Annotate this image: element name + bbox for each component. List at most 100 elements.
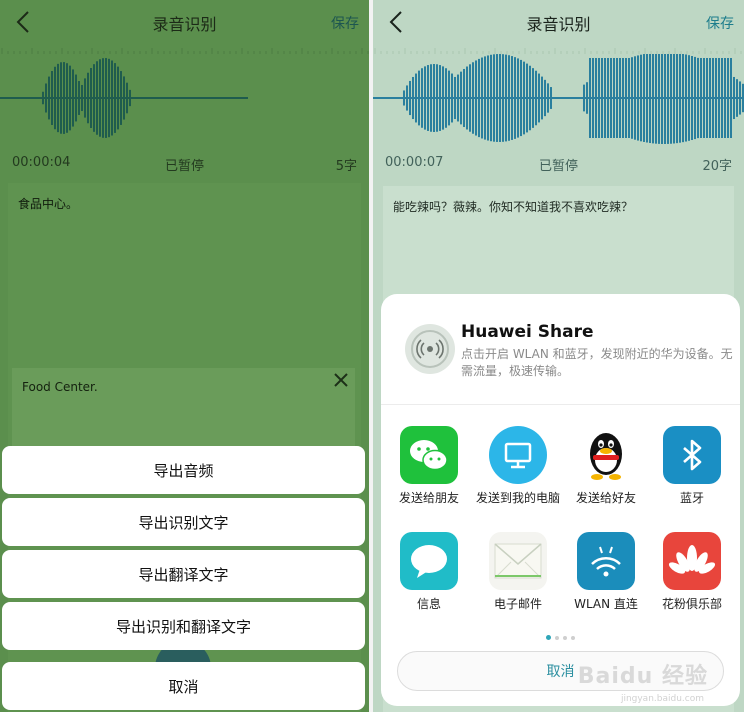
waveform-bar [679, 54, 681, 143]
audio-waveform [0, 58, 248, 138]
save-button[interactable]: 保存 [331, 13, 359, 33]
waveform-bar [78, 81, 80, 115]
waveform-bar [475, 60, 477, 136]
share-to-computer[interactable]: 发送到我的电脑 [475, 426, 561, 506]
share-sheet: Huawei Share 点击开启 WLAN 和蓝牙，发现附近的华为设备。无需流… [381, 294, 740, 706]
waveform-bar [54, 66, 56, 130]
waveform-bar [442, 66, 444, 130]
export-both-text-button[interactable]: 导出识别和翻译文字 [2, 602, 365, 650]
share-message[interactable]: 信息 [386, 532, 472, 612]
share-qq-friend[interactable]: 发送给好友 [563, 426, 649, 506]
page-dot[interactable] [546, 635, 551, 640]
huawei-share-icon[interactable] [405, 324, 455, 374]
waveform-bar [454, 76, 456, 120]
wireless-signal-icon [411, 330, 449, 368]
waveform-bar [433, 64, 435, 132]
save-button[interactable]: 保存 [706, 13, 734, 33]
waveform-bar [496, 54, 498, 142]
waveform-bar [466, 66, 468, 130]
waveform-bar [493, 54, 495, 142]
waveform-bar [607, 58, 609, 138]
waveform-bar [463, 68, 465, 128]
app-label: 蓝牙 [679, 491, 704, 505]
page-dot[interactable] [555, 635, 559, 640]
left-screen: 录音识别 保存 00:00:04 已暂停 5字 食品中心。 Food Cente… [0, 0, 369, 712]
recording-status: 已暂停 [164, 159, 204, 174]
waveform-bar [709, 58, 711, 138]
waveform-bar [87, 72, 89, 124]
waveform-bar [75, 74, 77, 122]
share-wechat-friend[interactable]: 发送给朋友 [386, 426, 472, 506]
header: 录音识别 保存 [373, 0, 744, 46]
page-dot[interactable] [571, 635, 575, 640]
qq-penguin-icon [577, 426, 635, 484]
share-huawei-club[interactable]: 花粉俱乐部 [649, 532, 735, 612]
waveform-bar [610, 58, 612, 138]
waveform-bar [457, 74, 459, 122]
header: 录音识别 保存 [0, 0, 369, 46]
waveform-bar [655, 54, 657, 144]
close-icon[interactable] [333, 372, 349, 388]
waveform-bar [625, 58, 627, 138]
waveform-bar [460, 71, 462, 125]
waveform-bar [427, 65, 429, 131]
timeline-ruler [1, 48, 369, 54]
waveform-bar [526, 63, 528, 133]
waveform-bar [658, 54, 660, 144]
timeline-ruler [374, 48, 742, 54]
waveform-bar [634, 56, 636, 140]
share-wlan-direct[interactable]: WLAN 直连 [563, 532, 649, 612]
waveform-bar [523, 61, 525, 135]
waveform-bar [715, 58, 717, 138]
export-translated-text-button[interactable]: 导出翻译文字 [2, 550, 365, 598]
waveform-bar [544, 79, 546, 117]
waveform-bar [409, 80, 411, 116]
waveform-bar [619, 58, 621, 138]
waveform-bar [120, 71, 122, 125]
huawei-share-title: Huawei Share [461, 322, 594, 342]
waveform-bar [664, 54, 666, 144]
share-email[interactable]: 电子邮件 [475, 532, 561, 612]
waveform-bar [592, 58, 594, 138]
waveform-bar [117, 66, 119, 130]
share-bluetooth[interactable]: 蓝牙 [649, 426, 735, 506]
waveform-bar [670, 54, 672, 144]
page-dot[interactable] [563, 635, 567, 640]
waveform-bar [682, 54, 684, 143]
waveform-bar [529, 65, 531, 131]
waveform-bar [718, 58, 720, 138]
waveform-bar [499, 54, 501, 142]
waveform-bar [538, 73, 540, 123]
waveform-bar [532, 68, 534, 128]
waveform-bar [129, 89, 131, 107]
huawei-club-icon [663, 532, 721, 590]
waveform-bar [487, 55, 489, 141]
waveform-bar [403, 90, 405, 106]
waveform-bar [712, 58, 714, 138]
waveform-bar [661, 54, 663, 144]
waveform-bar [700, 58, 702, 138]
waveform-bar [697, 57, 699, 139]
export-recognized-text-button[interactable]: 导出识别文字 [2, 498, 365, 546]
app-label: 发送给好友 [575, 491, 636, 505]
character-count: 5字 [335, 159, 357, 174]
waveform-bar [406, 85, 408, 111]
waveform-bar [646, 54, 648, 143]
waveform-bar [730, 58, 732, 138]
cancel-button[interactable]: 取消 [2, 662, 365, 710]
waveform-bar [418, 70, 420, 126]
waveform-bar [622, 58, 624, 138]
waveform-bar [424, 66, 426, 130]
export-audio-button[interactable]: 导出音频 [2, 446, 365, 494]
waveform-bar [439, 65, 441, 131]
waveform-bar [502, 54, 504, 142]
waveform-bar [694, 56, 696, 140]
waveform-bar [60, 62, 62, 134]
waveform-bar [69, 65, 71, 131]
app-label: 信息 [416, 597, 441, 611]
waveform-bar [478, 58, 480, 138]
waveform-bar [51, 71, 53, 125]
right-screen: 录音识别 保存 00:00:07 已暂停 20字 能吃辣吗？薇辣。你知不知道我不… [373, 0, 744, 712]
waveform-bar [613, 58, 615, 138]
waveform-bar [505, 54, 507, 142]
